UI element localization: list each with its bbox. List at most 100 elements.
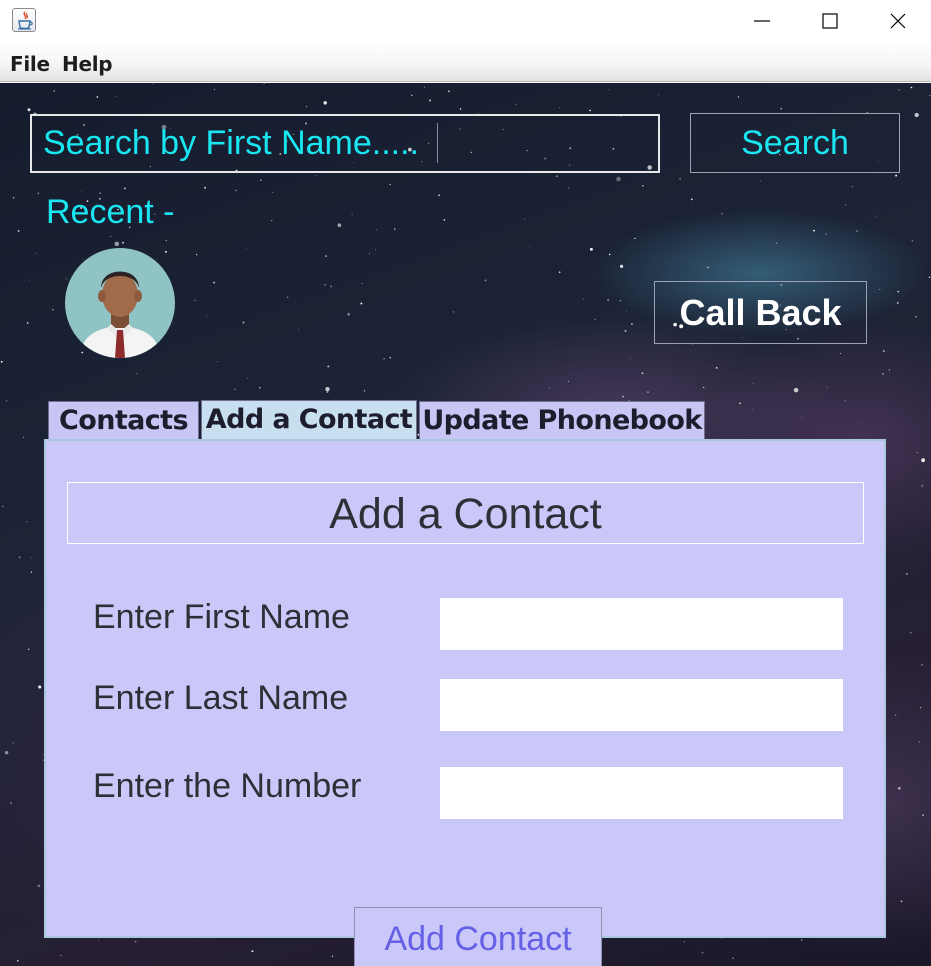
star <box>60 954 62 957</box>
call-back-button[interactable]: Call Back <box>654 281 867 344</box>
star <box>165 239 167 242</box>
star <box>484 279 487 282</box>
star <box>124 187 126 190</box>
star <box>26 322 29 324</box>
last-name-field[interactable] <box>440 679 843 731</box>
star <box>608 89 610 91</box>
star <box>529 246 531 248</box>
star <box>325 387 330 392</box>
star <box>0 360 3 363</box>
star <box>921 458 925 463</box>
minimize-icon <box>754 20 770 22</box>
star <box>625 310 627 312</box>
tab-update-phonebook[interactable]: Update Phonebook <box>419 401 705 440</box>
star <box>916 452 918 454</box>
star <box>631 323 633 325</box>
star <box>701 951 704 954</box>
star <box>775 242 778 245</box>
number-field[interactable] <box>440 767 843 819</box>
star <box>875 215 877 217</box>
star <box>271 220 273 222</box>
star <box>459 108 462 110</box>
star <box>251 950 254 953</box>
star <box>914 112 919 118</box>
star <box>898 89 900 91</box>
search-button[interactable]: Search <box>690 113 900 173</box>
text-caret <box>437 123 438 163</box>
star <box>619 299 622 302</box>
star <box>825 233 827 235</box>
star <box>247 377 249 380</box>
star <box>217 360 218 362</box>
star <box>325 255 327 257</box>
star <box>258 386 261 389</box>
first-name-field[interactable] <box>440 598 843 650</box>
person-avatar-icon[interactable] <box>65 248 175 358</box>
star <box>12 742 14 744</box>
maximize-icon <box>822 13 838 29</box>
star <box>360 302 363 305</box>
star <box>375 229 377 231</box>
star <box>759 180 761 182</box>
star <box>337 223 342 227</box>
star <box>683 941 685 943</box>
add-contact-button[interactable]: Add Contact <box>354 907 602 966</box>
star <box>558 271 561 273</box>
star <box>589 247 593 251</box>
star <box>18 556 21 559</box>
first-name-label: Enter First Name <box>93 598 350 636</box>
star <box>616 176 621 182</box>
star <box>330 285 332 288</box>
close-icon <box>890 13 906 29</box>
star <box>53 89 56 92</box>
star <box>524 218 526 220</box>
star <box>707 266 709 269</box>
star <box>206 314 208 316</box>
star <box>16 959 19 962</box>
star <box>351 213 353 215</box>
star <box>883 350 885 352</box>
star <box>347 312 350 316</box>
star <box>363 390 366 392</box>
star <box>326 391 329 394</box>
search-input[interactable] <box>30 114 660 173</box>
tab-contacts[interactable]: Contacts <box>48 401 199 440</box>
star <box>896 302 899 304</box>
star <box>929 94 931 97</box>
tab-add-a-contact[interactable]: Add a Contact <box>201 400 417 441</box>
star <box>245 247 247 249</box>
star <box>194 299 196 301</box>
menu-file[interactable]: File <box>10 52 50 76</box>
star <box>438 194 440 197</box>
star <box>394 228 396 230</box>
star <box>37 192 40 195</box>
menu-bar: File Help <box>0 42 931 82</box>
star <box>630 357 632 359</box>
minimize-button[interactable] <box>727 0 797 42</box>
menu-help[interactable]: Help <box>62 52 113 76</box>
star <box>594 319 596 321</box>
star <box>448 90 450 93</box>
star <box>897 290 899 293</box>
star <box>17 229 20 232</box>
star <box>558 107 560 109</box>
star <box>813 229 815 232</box>
star <box>703 386 705 389</box>
star <box>549 387 550 389</box>
star <box>235 189 237 192</box>
star <box>4 751 9 755</box>
star <box>800 417 802 418</box>
star <box>888 369 890 371</box>
star <box>751 409 753 410</box>
java-app-icon[interactable] <box>12 8 36 32</box>
star <box>780 108 782 110</box>
recent-label: Recent - <box>46 193 175 231</box>
close-button[interactable] <box>863 0 931 42</box>
maximize-button[interactable] <box>795 0 865 42</box>
star <box>793 387 799 393</box>
star <box>900 900 903 903</box>
star <box>737 96 740 98</box>
star <box>715 367 718 369</box>
star <box>98 939 100 941</box>
star <box>657 94 659 96</box>
